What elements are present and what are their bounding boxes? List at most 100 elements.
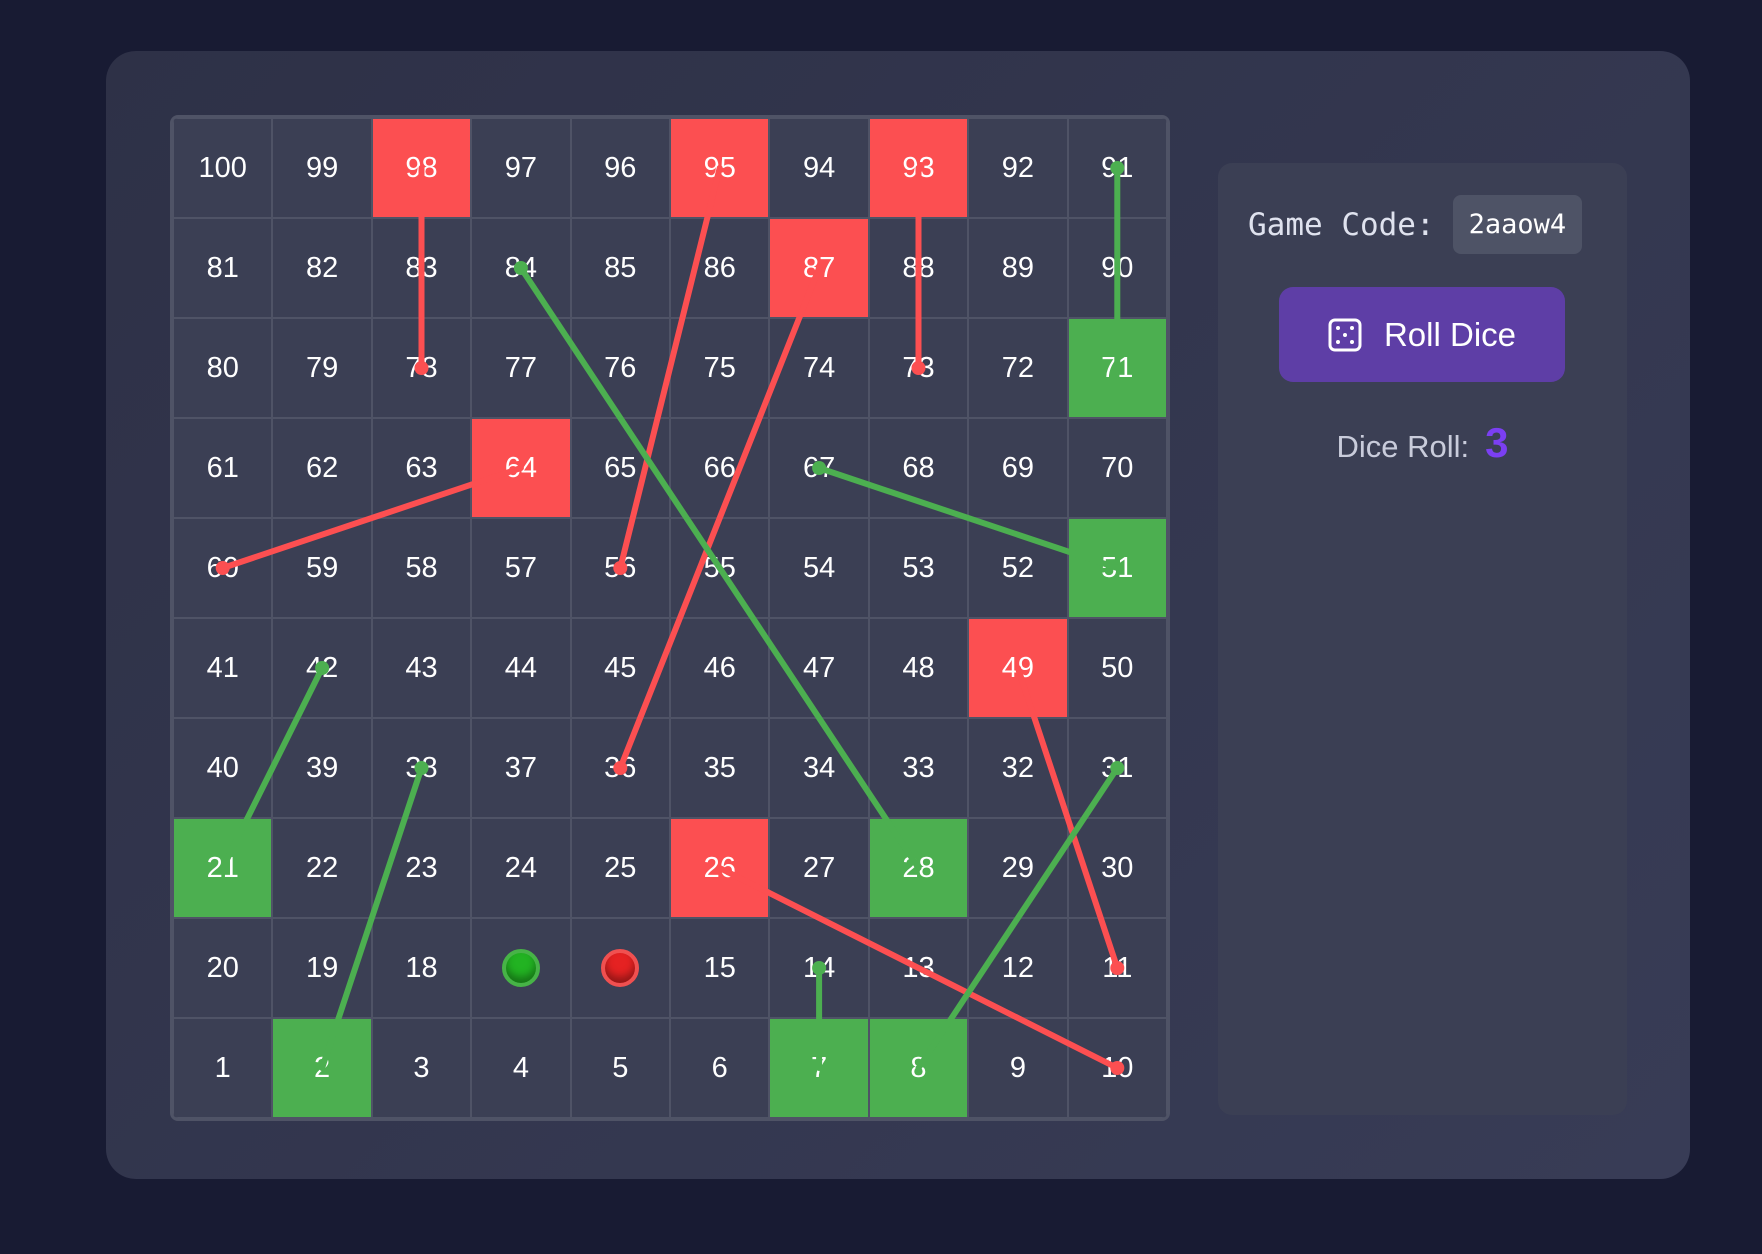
cell-number: 49 <box>1001 651 1035 684</box>
cell-number: 2 <box>314 1051 331 1084</box>
cell-number: 20 <box>206 951 239 984</box>
cell-number: 54 <box>802 551 836 584</box>
board-cell-61: 61 <box>173 418 273 518</box>
board-cell-20: 20 <box>173 918 273 1018</box>
board-cell-11: 11 <box>1067 918 1167 1018</box>
cell-number: 88 <box>902 251 935 284</box>
cell-number: 79 <box>305 351 339 384</box>
cell-number: 40 <box>206 751 239 784</box>
game-code-label: Game Code: <box>1248 206 1435 243</box>
board-cell-39: 39 <box>272 718 372 818</box>
cell-number: 38 <box>405 751 438 784</box>
cell-number: 23 <box>405 851 438 884</box>
green-player-token <box>501 949 540 987</box>
board-cell-66: 66 <box>670 418 770 518</box>
cell-number: 27 <box>802 851 836 884</box>
board-cell-30: 30 <box>1067 818 1167 918</box>
board-cell-93: 93 <box>868 118 969 218</box>
board-cell-85: 85 <box>570 218 670 318</box>
cell-number: 55 <box>703 551 736 584</box>
board-cell-38: 38 <box>371 718 472 818</box>
board-cell-51: 51 <box>1067 518 1167 618</box>
game-code-value: 2aaow4 <box>1452 195 1583 254</box>
red-player-token <box>601 949 640 987</box>
roll-dice-button[interactable]: Roll Dice <box>1279 287 1565 382</box>
board-cell-27: 27 <box>769 818 869 918</box>
board-cell-25: 25 <box>570 818 670 918</box>
board-cell-16 <box>570 918 670 1018</box>
board-cell-1: 1 <box>173 1018 273 1118</box>
cell-number: 5 <box>612 1051 629 1084</box>
board-cell-13: 13 <box>868 918 969 1018</box>
game-board: 100 99 98 97 96 95 94 93 92 91 81 82 83 84 85 86 87 88 89 9… <box>170 115 1170 1121</box>
board-cell-99: 99 <box>272 118 372 218</box>
cell-number: 18 <box>405 951 438 984</box>
board-cell-22: 22 <box>272 818 372 918</box>
cell-number: 78 <box>405 351 438 384</box>
cell-number: 72 <box>1001 351 1035 384</box>
cell-number: 25 <box>604 851 637 884</box>
dice-icon <box>1328 318 1362 351</box>
dice-roll-value: 3 <box>1485 419 1509 466</box>
board-cell-19: 19 <box>272 918 372 1018</box>
board-cell-24: 24 <box>471 818 571 918</box>
cell-number: 43 <box>405 651 438 684</box>
board-cell-97: 97 <box>471 118 571 218</box>
board-cell-71: 71 <box>1067 318 1167 418</box>
cell-number: 52 <box>1001 551 1035 584</box>
board-cell-92: 92 <box>968 118 1068 218</box>
cell-number: 33 <box>902 751 935 784</box>
board-cell-9: 9 <box>968 1018 1068 1118</box>
board-cell-58: 58 <box>371 518 472 618</box>
board-cell-62: 62 <box>272 418 372 518</box>
board-cell-82: 82 <box>272 218 372 318</box>
board-cell-33: 33 <box>868 718 969 818</box>
board-cell-64: 64 <box>471 418 571 518</box>
cell-number: 80 <box>206 351 239 384</box>
cell-number: 86 <box>703 251 736 284</box>
board-cell-84: 84 <box>471 218 571 318</box>
cell-number: 30 <box>1101 851 1134 884</box>
cell-number: 14 <box>802 951 836 984</box>
roll-dice-label: Roll Dice <box>1383 315 1517 353</box>
board-cell-10: 10 <box>1067 1018 1167 1118</box>
cell-number: 57 <box>504 551 538 584</box>
cell-number: 48 <box>902 651 935 684</box>
cell-number: 82 <box>305 251 339 284</box>
board-cell-37: 37 <box>471 718 571 818</box>
cell-number: 29 <box>1001 851 1035 884</box>
cell-number: 22 <box>305 851 339 884</box>
cell-number: 73 <box>902 351 935 384</box>
board-cell-26: 26 <box>670 818 770 918</box>
board-cell-48: 48 <box>868 618 969 718</box>
control-sidebar: Game Code: 2aaow4 Roll Dice Dice Roll: 3 <box>1218 163 1627 1115</box>
game-code-row: Game Code: 2aaow4 <box>1248 195 1583 254</box>
cell-number: 68 <box>902 451 935 484</box>
cell-number: 1 <box>214 1051 231 1084</box>
board-cell-18: 18 <box>371 918 472 1018</box>
board-cell-87: 87 <box>769 218 869 318</box>
cell-number: 92 <box>1001 151 1035 184</box>
cell-number: 26 <box>703 851 736 884</box>
cell-number: 15 <box>703 951 736 984</box>
board-cell-94: 94 <box>769 118 869 218</box>
board-cell-72: 72 <box>968 318 1068 418</box>
board-grid: 100 99 98 97 96 95 94 93 92 91 81 82 83 84 85 86 87 88 89 9… <box>173 118 1167 1118</box>
board-cell-14: 14 <box>769 918 869 1018</box>
board-cell-28: 28 <box>868 818 969 918</box>
board-cell-43: 43 <box>371 618 472 718</box>
cell-number: 76 <box>604 351 637 384</box>
board-cell-95: 95 <box>670 118 770 218</box>
cell-number: 36 <box>604 751 637 784</box>
cell-number: 62 <box>305 451 339 484</box>
cell-number: 93 <box>902 151 935 184</box>
board-cell-96: 96 <box>570 118 670 218</box>
cell-number: 85 <box>604 251 637 284</box>
board-cell-31: 31 <box>1067 718 1167 818</box>
board-cell-63: 63 <box>371 418 472 518</box>
board-cell-29: 29 <box>968 818 1068 918</box>
cell-number: 11 <box>1102 951 1133 984</box>
board-cell-2: 2 <box>272 1018 372 1118</box>
board-cell-59: 59 <box>272 518 372 618</box>
board-cell-47: 47 <box>769 618 869 718</box>
